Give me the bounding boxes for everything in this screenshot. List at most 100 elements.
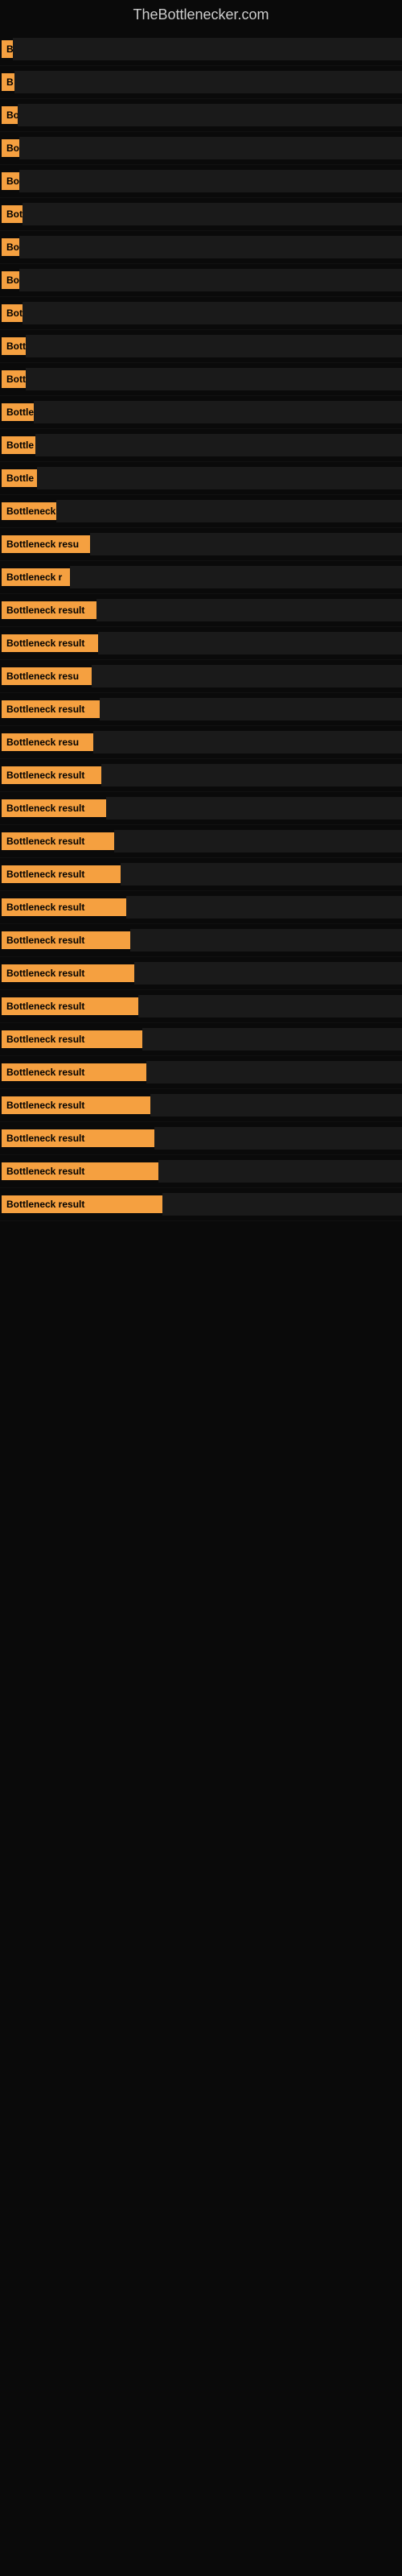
dark-bar xyxy=(34,401,402,423)
list-item: Bottleneck result xyxy=(0,1089,402,1122)
list-item: Bottleneck result xyxy=(0,1056,402,1089)
dark-bar xyxy=(26,335,402,357)
dark-bar xyxy=(90,533,402,555)
bottleneck-label: Bottleneck result xyxy=(2,1195,162,1213)
dark-bar xyxy=(35,434,402,456)
dark-bar xyxy=(92,665,402,687)
bottleneck-label: Bottleneck result xyxy=(2,1162,158,1180)
list-item: Bottleneck result xyxy=(0,1188,402,1221)
list-item: Bottle xyxy=(0,429,402,462)
bottleneck-label: Bottleneck result xyxy=(2,865,121,883)
bottleneck-label: Bottleneck xyxy=(2,502,56,520)
dark-bar xyxy=(146,1061,402,1084)
dark-bar xyxy=(19,170,402,192)
bottleneck-label: Bottleneck result xyxy=(2,832,114,850)
list-item: Bottleneck result xyxy=(0,693,402,726)
list-item: Bottleneck result xyxy=(0,792,402,825)
list-item: Bottleneck resu xyxy=(0,726,402,759)
list-item: Bottleneck result xyxy=(0,924,402,957)
dark-bar xyxy=(18,104,402,126)
dark-bar xyxy=(14,71,402,93)
dark-bar xyxy=(126,896,402,919)
dark-bar xyxy=(100,698,402,720)
bottleneck-label: Bot xyxy=(2,205,23,223)
list-item: Bott xyxy=(0,330,402,363)
list-item: Bottle xyxy=(0,396,402,429)
dark-bar xyxy=(56,500,402,522)
bottleneck-label: Bottleneck r xyxy=(2,568,70,586)
bottleneck-label: Bottleneck result xyxy=(2,1096,150,1114)
list-item: Bo xyxy=(0,99,402,132)
list-item: Bottleneck result xyxy=(0,594,402,627)
list-item: Bottleneck result xyxy=(0,990,402,1023)
bottleneck-label: Bottleneck result xyxy=(2,1063,146,1081)
bottleneck-label: Bottleneck result xyxy=(2,799,106,817)
bottleneck-label: Bottleneck resu xyxy=(2,535,90,553)
bottleneck-label: Bott xyxy=(2,337,26,355)
bottleneck-label: Bottleneck result xyxy=(2,1129,154,1147)
list-item: Bottleneck result xyxy=(0,1023,402,1056)
list-item: Bottleneck xyxy=(0,495,402,528)
bottleneck-label: B xyxy=(2,40,13,58)
list-item: Bot xyxy=(0,297,402,330)
list-item: Bottleneck result xyxy=(0,957,402,990)
list-item: Bottleneck result xyxy=(0,825,402,858)
dark-bar xyxy=(98,632,402,654)
bottleneck-label: Bot xyxy=(2,304,23,322)
list-item: Bottleneck result xyxy=(0,858,402,891)
dark-bar xyxy=(13,38,402,60)
list-item: Bo xyxy=(0,165,402,198)
bottleneck-label: Bo xyxy=(2,139,19,157)
list-item: Bottleneck result xyxy=(0,891,402,924)
dark-bar xyxy=(37,467,402,489)
bottleneck-label: Bottleneck result xyxy=(2,634,98,652)
bottleneck-label: Bottleneck result xyxy=(2,931,130,949)
dark-bar xyxy=(134,962,402,985)
dark-bar xyxy=(19,269,402,291)
dark-bar xyxy=(19,137,402,159)
list-item: Bott xyxy=(0,363,402,396)
list-item: Bottle xyxy=(0,462,402,495)
dark-bar xyxy=(19,236,402,258)
dark-bar xyxy=(142,1028,402,1051)
bottleneck-label: Bo xyxy=(2,172,19,190)
list-item: Bot xyxy=(0,198,402,231)
dark-bar xyxy=(158,1160,402,1183)
list-item: Bottleneck resu xyxy=(0,528,402,561)
bottleneck-label: Bottleneck resu xyxy=(2,667,92,685)
dark-bar xyxy=(96,599,402,621)
dark-bar xyxy=(154,1127,402,1150)
list-item: Bo xyxy=(0,231,402,264)
dark-bar xyxy=(70,566,402,588)
dark-bar xyxy=(26,368,402,390)
list-item: Bottleneck result xyxy=(0,1122,402,1155)
dark-bar xyxy=(121,863,402,886)
bottleneck-label: Bo xyxy=(2,106,18,124)
dark-bar xyxy=(130,929,402,952)
bottleneck-label: Bottle xyxy=(2,469,37,487)
list-item: Bottleneck result xyxy=(0,1155,402,1188)
bottleneck-label: Bottle xyxy=(2,403,34,421)
items-list: BB Bo Bo Bo Bot Bo Bo Bot Bott Bott Bottle Bottle Bo… xyxy=(0,33,402,1237)
dark-bar xyxy=(162,1193,402,1216)
bottleneck-label: Bo xyxy=(2,238,19,256)
list-item: B xyxy=(0,33,402,66)
list-item: Bottleneck resu xyxy=(0,660,402,693)
bottleneck-label: Bottleneck result xyxy=(2,1030,142,1048)
site-title: TheBottlenecker.com xyxy=(0,0,402,33)
dark-bar xyxy=(114,830,402,852)
dark-bar xyxy=(23,302,402,324)
dark-bar xyxy=(106,797,402,819)
list-item: Bottleneck r xyxy=(0,561,402,594)
dark-bar xyxy=(101,764,402,786)
bottleneck-label: Bottleneck resu xyxy=(2,733,93,751)
list-item: Bottleneck result xyxy=(0,627,402,660)
dark-bar xyxy=(23,203,402,225)
dark-bar xyxy=(138,995,402,1018)
bottleneck-label: Bott xyxy=(2,370,26,388)
bottleneck-label: B xyxy=(2,73,14,91)
bottleneck-label: Bottleneck result xyxy=(2,964,134,982)
bottleneck-label: Bottleneck result xyxy=(2,898,126,916)
list-item: Bo xyxy=(0,264,402,297)
bottleneck-label: Bo xyxy=(2,271,19,289)
